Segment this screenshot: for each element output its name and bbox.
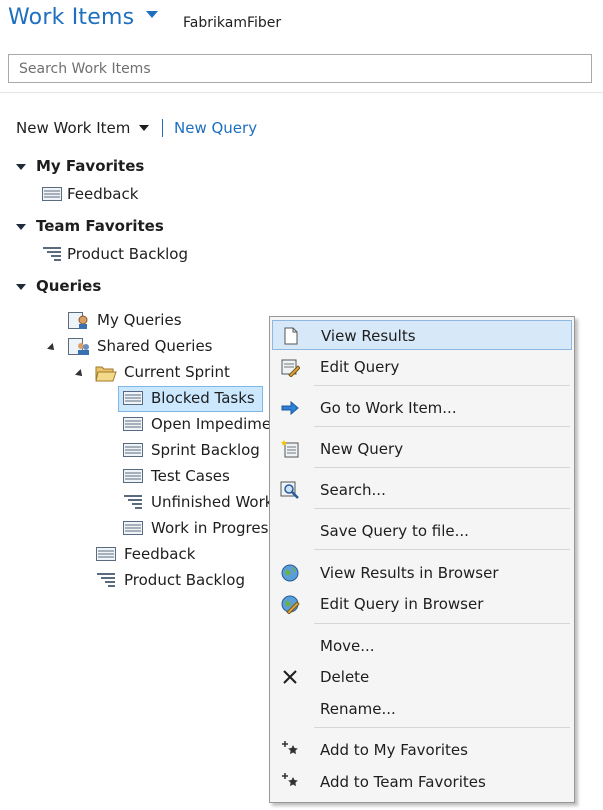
- menu-label: Search...: [320, 481, 386, 499]
- tree-item-sprint-backlog[interactable]: Sprint Backlog: [151, 441, 260, 459]
- menu-label: Edit Query: [320, 358, 400, 376]
- menu-label: Edit Query in Browser: [320, 595, 484, 613]
- menu-item-search[interactable]: Search...: [272, 475, 572, 505]
- menu-item-view-results-in-browser[interactable]: View Results in Browser: [272, 558, 572, 588]
- new-query-link[interactable]: New Query: [174, 119, 257, 137]
- menu-item-edit-query[interactable]: Edit Query: [272, 352, 572, 382]
- tree-item-product-backlog[interactable]: Product Backlog: [124, 571, 245, 589]
- folder-open-icon: [95, 366, 117, 382]
- menu-label: Go to Work Item...: [320, 399, 457, 417]
- search-box[interactable]: [8, 54, 592, 83]
- tree-item-my-queries[interactable]: My Queries: [97, 311, 182, 329]
- flat-query-icon: [123, 469, 143, 483]
- menu-item-move[interactable]: Move...: [272, 631, 572, 661]
- globe-edit-icon: [281, 595, 300, 614]
- menu-label: Move...: [320, 637, 375, 655]
- edit-query-icon: [281, 359, 300, 377]
- menu-separator: [314, 385, 570, 386]
- current-sprint-expand-icon[interactable]: [75, 369, 85, 379]
- flat-query-icon: [123, 391, 143, 405]
- star-add-icon: [282, 741, 298, 755]
- menu-separator: [314, 426, 570, 427]
- menu-item-delete[interactable]: Delete: [272, 662, 572, 692]
- favorite-item-product-backlog[interactable]: Product Backlog: [67, 245, 188, 263]
- new-query-icon: [281, 440, 299, 458]
- flat-query-icon: [96, 547, 116, 561]
- tree-query-icon: [124, 495, 142, 509]
- shared-queries-icon: [68, 338, 89, 355]
- search-input[interactable]: [9, 55, 591, 82]
- title-dropdown-icon[interactable]: [146, 11, 158, 18]
- menu-item-save-query-to-file[interactable]: Save Query to file...: [272, 516, 572, 546]
- menu-separator: [314, 549, 570, 550]
- my-queries-icon: [68, 312, 88, 329]
- menu-label: New Query: [320, 440, 404, 458]
- query-tree: My Queries Shared Queries Current Sprint…: [0, 300, 270, 610]
- favorite-item-feedback[interactable]: Feedback: [67, 185, 138, 203]
- menu-item-add-to-team-favorites[interactable]: Add to Team Favorites: [272, 767, 572, 797]
- page-title[interactable]: Work Items: [8, 5, 134, 30]
- toolbar-divider: [162, 119, 163, 137]
- menu-item-go-to-work-item[interactable]: Go to Work Item...: [272, 393, 572, 423]
- menu-label: Add to Team Favorites: [320, 773, 486, 791]
- queries-heading[interactable]: Queries: [36, 277, 101, 295]
- delete-x-icon: [283, 670, 297, 684]
- context-menu: View Results Edit Query Go to Work Item.…: [269, 316, 575, 803]
- flat-query-icon: [123, 417, 143, 431]
- menu-label: View Results in Browser: [320, 564, 499, 582]
- globe-icon: [281, 564, 299, 582]
- tree-item-unfinished-work[interactable]: Unfinished Work: [151, 493, 270, 511]
- menu-item-new-query[interactable]: New Query: [272, 434, 572, 464]
- menu-separator: [314, 727, 570, 728]
- tree-item-test-cases[interactable]: Test Cases: [151, 467, 230, 485]
- tree-item-feedback[interactable]: Feedback: [124, 545, 195, 563]
- menu-label: Delete: [320, 668, 370, 686]
- flat-query-icon: [123, 443, 143, 457]
- new-work-item-dropdown-icon[interactable]: [139, 125, 149, 131]
- menu-separator: [314, 467, 570, 468]
- header-divider: [0, 92, 603, 93]
- menu-separator: [314, 508, 570, 509]
- tree-query-icon: [97, 573, 115, 587]
- arrow-right-icon: [281, 400, 299, 416]
- document-icon: [284, 327, 298, 345]
- tree-item-shared-queries[interactable]: Shared Queries: [97, 337, 213, 355]
- menu-item-view-results[interactable]: View Results: [272, 320, 572, 350]
- search-icon: [280, 481, 299, 499]
- menu-label: Add to My Favorites: [320, 741, 468, 759]
- tree-item-blocked-tasks[interactable]: Blocked Tasks: [151, 389, 255, 407]
- flat-query-icon: [42, 187, 62, 201]
- menu-label: Save Query to file...: [320, 522, 469, 540]
- team-favorites-heading[interactable]: Team Favorites: [36, 217, 164, 235]
- queries-collapse-icon[interactable]: [16, 284, 26, 290]
- menu-separator: [314, 623, 570, 624]
- menu-item-edit-query-in-browser[interactable]: Edit Query in Browser: [272, 589, 572, 619]
- menu-label: View Results: [321, 327, 416, 345]
- tree-item-work-in-progress[interactable]: Work in Progress: [151, 519, 270, 537]
- project-name: FabrikamFiber: [183, 15, 282, 31]
- tree-item-current-sprint[interactable]: Current Sprint: [124, 363, 230, 381]
- team-favorites-collapse-icon[interactable]: [16, 224, 26, 230]
- my-favorites-heading[interactable]: My Favorites: [36, 157, 144, 175]
- star-add-icon: [282, 773, 298, 787]
- tree-item-open-impediments[interactable]: Open Impediments: [151, 415, 270, 433]
- my-favorites-collapse-icon[interactable]: [16, 164, 26, 170]
- menu-label: Rename...: [320, 700, 396, 718]
- menu-item-rename[interactable]: Rename...: [272, 694, 572, 724]
- tree-query-icon: [43, 247, 61, 261]
- flat-query-icon: [123, 521, 143, 535]
- new-work-item-button[interactable]: New Work Item: [16, 119, 130, 137]
- menu-item-add-to-my-favorites[interactable]: Add to My Favorites: [272, 735, 572, 765]
- shared-queries-expand-icon[interactable]: [47, 343, 57, 353]
